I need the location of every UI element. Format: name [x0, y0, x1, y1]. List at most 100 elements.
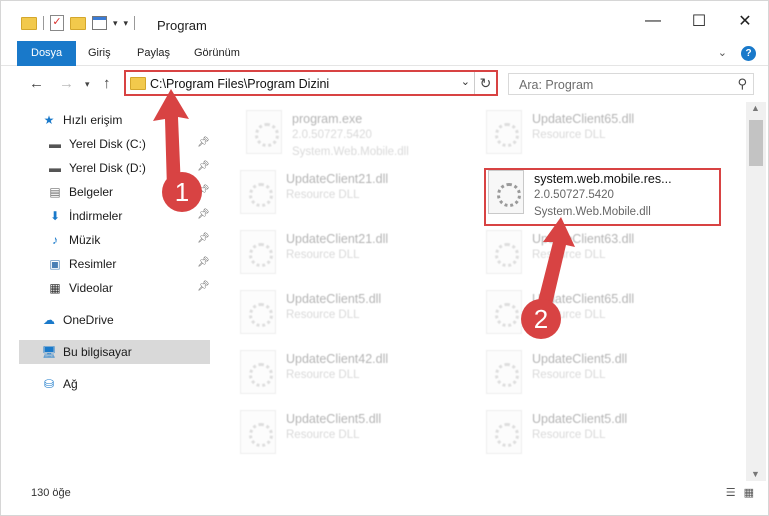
- search-input[interactable]: Ara: Program: [519, 78, 593, 92]
- sidebar-item-label: Videolar: [69, 281, 113, 295]
- close-button[interactable]: ✕: [722, 1, 768, 41]
- file-item[interactable]: UpdateClient65.dll Resource DLL: [486, 108, 716, 164]
- chevron-down-icon[interactable]: ▾: [113, 18, 118, 29]
- recent-locations-icon[interactable]: ▾: [85, 79, 90, 90]
- pin-icon[interactable]: 📌︎: [197, 257, 210, 268]
- properties-check-icon[interactable]: ✓: [50, 15, 64, 31]
- sidebar-item-label: İndirmeler: [69, 209, 123, 223]
- help-icon[interactable]: ?: [741, 46, 756, 61]
- tab-view[interactable]: Görünüm: [180, 41, 254, 66]
- qat-dropdown-icon[interactable]: ▾: [124, 18, 129, 29]
- divider: [43, 16, 44, 30]
- sidebar-item-network[interactable]: ⛁ Ağ: [41, 372, 211, 396]
- sidebar-item-label: Belgeler: [69, 185, 114, 199]
- pin-icon[interactable]: 📌︎: [197, 209, 210, 220]
- scroll-down-icon[interactable]: ▼: [751, 469, 760, 479]
- sidebar-item-label: Yerel Disk (C:): [69, 137, 146, 151]
- drive-icon: ▬: [49, 161, 61, 175]
- sidebar-item-label: Müzik: [69, 233, 101, 247]
- tiles-view-icon[interactable]: ▦: [744, 486, 754, 499]
- pin-icon[interactable]: 📌︎: [197, 281, 210, 292]
- file-name: UpdateClient5.dll: [286, 412, 382, 426]
- file-item[interactable]: UpdateClient5.dll Resource DLL: [240, 408, 470, 464]
- dll-file-icon: [486, 350, 522, 394]
- explorer-window: ✓ ▾ ▾ Program — ☐ ✕ Dosya Giriş Paylaş G…: [0, 0, 769, 516]
- file-name: UpdateClient21.dll: [286, 232, 389, 246]
- videos-icon: ▦: [49, 281, 61, 295]
- star-icon: ★: [43, 113, 55, 127]
- file-name: UpdateClient5.dll: [532, 352, 628, 366]
- quick-access-toolbar: ✓ ▾ ▾: [21, 15, 136, 31]
- customize-icon[interactable]: [92, 16, 107, 30]
- file-list: program.exe 2.0.50727.5420 System.Web.Mo…: [216, 102, 746, 477]
- dll-file-icon: [240, 230, 276, 274]
- sidebar-item-videos[interactable]: ▦ Videolar 📌︎: [47, 276, 211, 300]
- dll-file-icon: [486, 230, 522, 274]
- file-description: Resource DLL: [286, 249, 360, 261]
- up-arrow-icon[interactable]: ↑: [103, 75, 111, 92]
- search-box[interactable]: Ara: Program ⚲: [508, 73, 754, 95]
- file-item[interactable]: UpdateClient5.dll Resource DLL: [240, 288, 470, 344]
- sidebar-item-pictures[interactable]: ▣ Resimler 📌︎: [47, 252, 211, 276]
- file-name: UpdateClient65.dll: [532, 112, 635, 126]
- sidebar-item-music[interactable]: ♪ Müzik 📌︎: [47, 228, 211, 252]
- vertical-scrollbar[interactable]: ▲ ▼: [746, 102, 766, 481]
- refresh-icon[interactable]: ↻: [474, 72, 496, 94]
- expand-ribbon-icon[interactable]: ⌄: [718, 46, 727, 61]
- dll-file-icon: [240, 170, 276, 214]
- file-name: program.exe: [292, 112, 363, 126]
- step-badge-2: 2: [521, 299, 561, 339]
- new-folder-icon[interactable]: [70, 16, 86, 30]
- dll-file-icon: [486, 410, 522, 454]
- dll-file-icon: [240, 290, 276, 334]
- minimize-button[interactable]: —: [630, 1, 676, 41]
- file-item[interactable]: UpdateClient21.dll Resource DLL: [240, 228, 470, 284]
- file-item[interactable]: program.exe 2.0.50727.5420 System.Web.Mo…: [246, 108, 476, 164]
- file-name: UpdateClient21.dll: [286, 172, 389, 186]
- file-name: UpdateClient5.dll: [286, 292, 382, 306]
- sidebar-item-label: Ağ: [63, 377, 78, 391]
- file-version: 2.0.50727.5420: [292, 129, 372, 141]
- dll-file-icon: [486, 290, 522, 334]
- chevron-down-icon[interactable]: ⌄: [461, 75, 470, 88]
- file-description: Resource DLL: [286, 429, 360, 441]
- file-item[interactable]: UpdateClient42.dll Resource DLL: [240, 348, 470, 404]
- highlight-box: [484, 168, 721, 226]
- folder-icon: [21, 16, 37, 30]
- status-bar: 130 öğe ☰ ▦: [1, 481, 768, 505]
- forward-arrow-icon[interactable]: →: [59, 75, 74, 92]
- file-name: UpdateClient42.dll: [286, 352, 389, 366]
- maximize-button[interactable]: ☐: [676, 1, 722, 41]
- ribbon-controls: ⌄ ?: [718, 46, 756, 61]
- item-count: 130 öğe: [31, 487, 71, 499]
- window-controls: — ☐ ✕: [630, 1, 768, 41]
- file-item[interactable]: UpdateClient5.dll Resource DLL: [486, 348, 716, 404]
- step-badge-1: 1: [162, 172, 202, 212]
- computer-icon: 🖥︎: [41, 345, 57, 359]
- scroll-up-icon[interactable]: ▲: [751, 103, 760, 113]
- download-icon: ⬇: [49, 209, 61, 223]
- file-description: Resource DLL: [286, 309, 360, 321]
- folder-icon: [130, 77, 146, 90]
- scroll-thumb[interactable]: [749, 120, 763, 166]
- tab-home[interactable]: Giriş: [74, 41, 125, 66]
- file-item[interactable]: UpdateClient21.dll Resource DLL: [240, 168, 470, 224]
- pin-icon[interactable]: 📌︎: [197, 233, 210, 244]
- file-description: Resource DLL: [532, 429, 606, 441]
- dll-file-icon: [240, 410, 276, 454]
- pictures-icon: ▣: [49, 257, 61, 271]
- details-view-icon[interactable]: ☰: [726, 486, 736, 499]
- tab-file[interactable]: Dosya: [17, 41, 77, 66]
- documents-icon: ▤: [49, 185, 61, 199]
- file-item[interactable]: UpdateClient5.dll Resource DLL: [486, 408, 716, 464]
- title-bar: ✓ ▾ ▾ Program — ☐ ✕: [1, 1, 768, 41]
- exe-file-icon: [246, 110, 282, 154]
- back-arrow-icon[interactable]: ←: [29, 75, 44, 92]
- drive-icon: ▬: [49, 137, 61, 151]
- tab-share[interactable]: Paylaş: [123, 41, 184, 66]
- sidebar-item-label: Resimler: [69, 257, 117, 271]
- sidebar-item-this-pc[interactable]: 🖥︎ Bu bilgisayar: [19, 340, 210, 364]
- window-title: Program: [157, 18, 207, 33]
- sidebar-item-onedrive[interactable]: ☁ OneDrive: [41, 308, 211, 332]
- search-icon[interactable]: ⚲: [737, 76, 747, 92]
